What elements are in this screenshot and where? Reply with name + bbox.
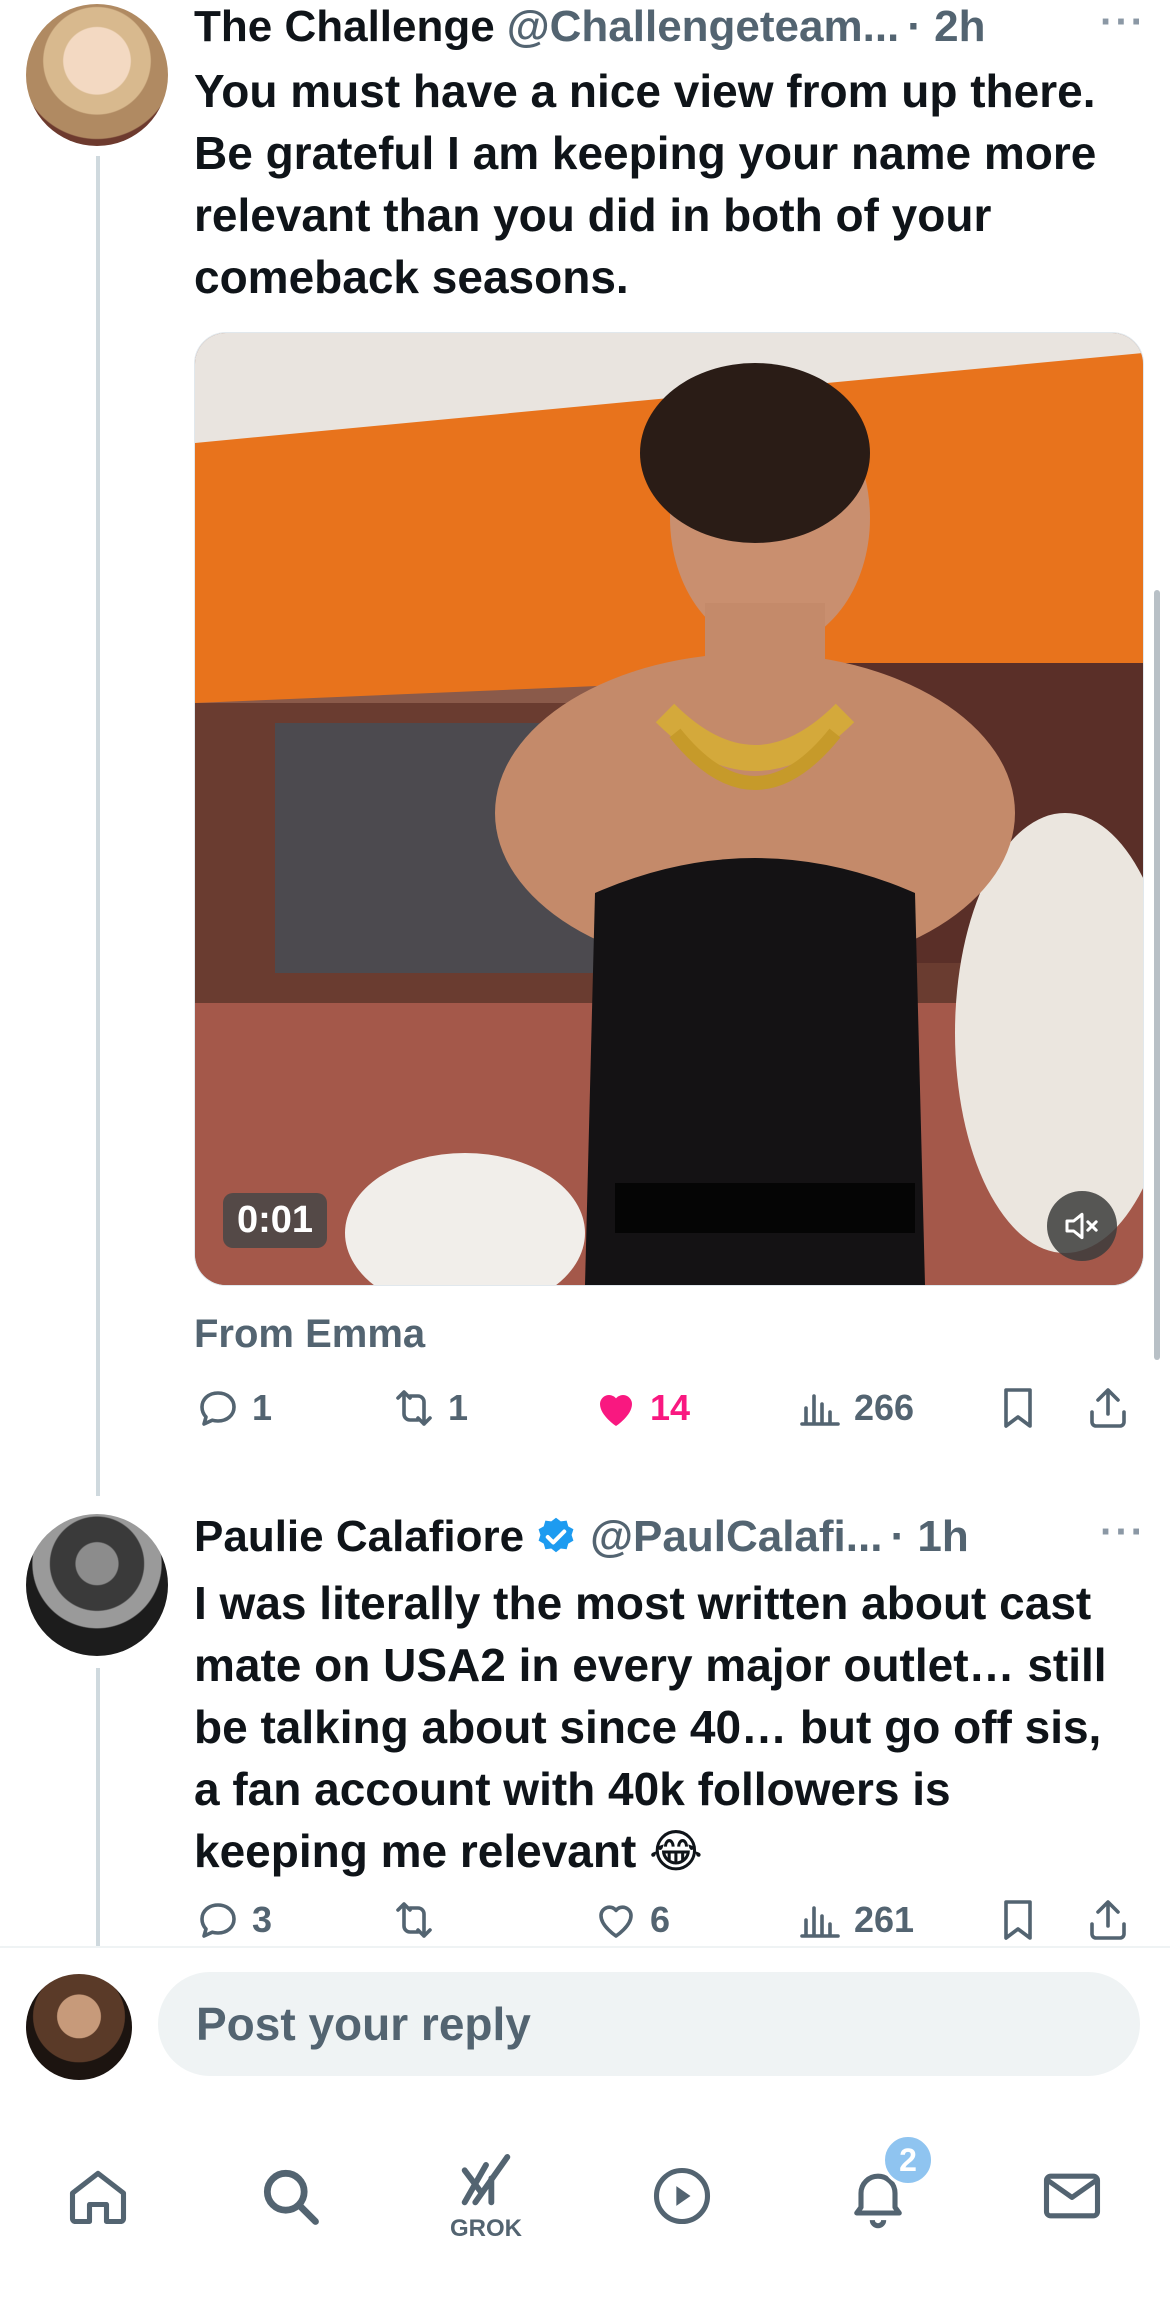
author-name[interactable]: Paulie Calafiore <box>194 1512 524 1562</box>
repost-icon <box>396 1390 432 1426</box>
mute-button[interactable] <box>1047 1191 1117 1261</box>
reply-icon <box>200 1903 236 1938</box>
view-count: 266 <box>854 1387 915 1428</box>
tab-home[interactable] <box>38 2136 158 2256</box>
home-icon <box>69 2170 127 2225</box>
video-frame <box>195 333 1143 1285</box>
tab-search[interactable] <box>230 2136 350 2256</box>
current-user-avatar[interactable] <box>26 1974 132 2080</box>
author-handle[interactable]: @PaulCalafi... <box>590 1512 882 1562</box>
share-icon <box>1090 1388 1126 1428</box>
view-count: 261 <box>854 1899 915 1940</box>
views-chart-icon <box>800 1394 840 1426</box>
like-count: 6 <box>650 1899 671 1940</box>
repost-button[interactable]: 1 <box>390 1384 468 1432</box>
like-count: 14 <box>650 1387 691 1428</box>
share-button[interactable] <box>1084 1384 1142 1432</box>
reply-input[interactable]: Post your reply <box>158 1972 1140 2076</box>
scrollbar[interactable] <box>1154 590 1160 1360</box>
heart-outline-icon <box>599 1905 633 1938</box>
more-options-button[interactable]: ··· <box>1100 1510 1146 1555</box>
tab-video[interactable] <box>622 2136 742 2256</box>
tab-messages[interactable] <box>1012 2136 1132 2256</box>
bookmark-icon <box>1004 1900 1032 1940</box>
post-time[interactable]: · 2h <box>907 2 985 52</box>
video-duration-badge: 0:01 <box>223 1193 328 1248</box>
thread-line <box>96 156 100 1496</box>
bookmark-icon <box>1004 1388 1032 1428</box>
reply-button[interactable]: 1 <box>194 1384 272 1432</box>
post-time[interactable]: · 1h <box>890 1512 968 1562</box>
repost-count: 1 <box>448 1387 469 1428</box>
views-chart-icon <box>800 1906 840 1938</box>
reply-icon <box>200 1391 236 1426</box>
more-options-button[interactable]: ··· <box>1100 0 1146 45</box>
tab-grok-label: GROK <box>450 2215 522 2242</box>
tab-grok[interactable]: GROK <box>426 2136 546 2256</box>
grok-icon <box>461 2154 511 2206</box>
like-button[interactable]: 14 <box>592 1384 690 1432</box>
tab-notifications[interactable]: 2 <box>818 2134 938 2256</box>
reply-count: 3 <box>252 1899 273 1940</box>
repost-button[interactable] <box>390 1896 448 1944</box>
reply-button[interactable]: 3 <box>194 1896 272 1944</box>
notifications-badge: 2 <box>882 2134 934 2186</box>
speaker-muted-icon <box>1065 1212 1098 1240</box>
share-button[interactable] <box>1084 1896 1142 1944</box>
search-icon <box>263 2169 319 2225</box>
reply-count: 1 <box>252 1387 273 1428</box>
author-handle[interactable]: @Challengeteam... <box>507 2 900 52</box>
repost-icon <box>396 1902 432 1938</box>
avatar[interactable] <box>26 1514 168 1656</box>
views-button[interactable]: 266 <box>796 1384 914 1432</box>
like-button[interactable]: 6 <box>592 1896 670 1944</box>
reply-composer: Post your reply <box>0 1946 1170 2098</box>
tweet-text: You must have a nice view from up there.… <box>194 65 1097 303</box>
avatar[interactable] <box>26 4 168 146</box>
tweet-text: I was literally the most written about c… <box>194 1577 1107 1877</box>
video-player[interactable]: 0:01 <box>194 332 1144 1286</box>
verified-badge-icon <box>538 1517 574 1553</box>
bookmark-button[interactable] <box>994 1896 1052 1944</box>
messages-icon <box>1043 2173 1101 2219</box>
source-label: From Emma <box>194 1312 426 1356</box>
thread-line <box>96 1668 100 1948</box>
share-icon <box>1090 1900 1126 1940</box>
heart-filled-icon <box>600 1395 632 1426</box>
bottom-tab-bar: GROK 2 <box>0 2096 1170 2314</box>
author-name[interactable]: The Challenge <box>194 2 495 52</box>
video-icon <box>653 2167 711 2225</box>
views-button[interactable]: 261 <box>796 1896 914 1944</box>
bookmark-button[interactable] <box>994 1384 1052 1432</box>
